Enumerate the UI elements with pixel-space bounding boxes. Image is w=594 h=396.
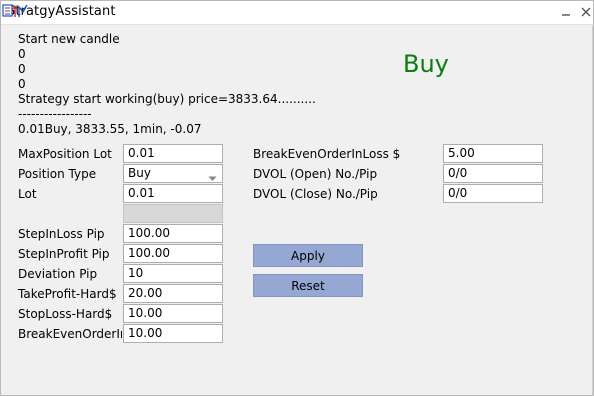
status-line-4: 0 <box>18 77 26 91</box>
deviation-label: Deviation Pip <box>18 267 98 281</box>
position-type-value: Buy <box>128 166 151 180</box>
step-in-loss-label: StepInLoss Pip <box>18 227 105 241</box>
deviation-value: 10 <box>128 266 144 280</box>
break-even-order-in-value: 10.00 <box>128 326 163 340</box>
status-line-3: 0 <box>18 62 26 76</box>
position-type-label: Position Type <box>18 167 97 181</box>
deviation-input[interactable]: 10 <box>123 264 223 283</box>
status-line-2: 0 <box>18 47 26 61</box>
status-line-5: Strategy start working(buy) price=3833.6… <box>18 92 316 106</box>
dvol-close-label: DVOL (Close) No./Pip <box>253 187 378 201</box>
break-even-order-in-loss-label: BreakEvenOrderInLoss $ <box>253 147 401 161</box>
dvol-close-input[interactable]: 0/0 <box>443 184 543 203</box>
break-even-order-in-label: BreakEvenOrderIn <box>18 327 122 341</box>
take-profit-value: 20.00 <box>128 286 163 300</box>
step-in-loss-input[interactable]: 100.00 <box>123 224 223 243</box>
lot-label: Lot <box>18 187 37 201</box>
signal-indicator: Buy <box>403 50 449 78</box>
close-button[interactable] <box>579 5 593 19</box>
status-line-1: Start new candle <box>18 32 120 46</box>
step-in-profit-input[interactable]: 100.00 <box>123 244 223 263</box>
status-divider: ----------------- <box>18 107 92 121</box>
dvol-open-value: 0/0 <box>448 166 468 180</box>
max-position-lot-value: 0.01 <box>128 146 155 160</box>
stop-loss-value: 10.00 <box>128 306 163 320</box>
minimize-icon <box>562 14 570 16</box>
title-bar[interactable]: StratgyAssistant <box>1 1 593 25</box>
lot-value: 0.01 <box>128 186 155 200</box>
take-profit-label: TakeProfit-Hard$ <box>18 287 117 301</box>
break-even-order-in-loss-input[interactable]: 5.00 <box>443 144 543 163</box>
step-in-loss-value: 100.00 <box>128 226 170 240</box>
max-position-lot-label: MaxPosition Lot <box>18 147 112 161</box>
dvol-open-input[interactable]: 0/0 <box>443 164 543 183</box>
main-panel: Start new candle 0 0 0 Strategy start wo… <box>3 26 593 395</box>
app-logo-icon <box>2 3 30 19</box>
step-in-profit-value: 100.00 <box>128 246 170 260</box>
dvol-open-label: DVOL (Open) No./Pip <box>253 167 378 181</box>
stop-loss-input[interactable]: 10.00 <box>123 304 223 323</box>
break-even-order-in-loss-value: 5.00 <box>448 146 475 160</box>
close-icon <box>581 7 591 17</box>
step-in-profit-label: StepInProfit Pip <box>18 247 110 261</box>
position-type-select[interactable]: Buy <box>123 164 223 183</box>
break-even-order-in-input[interactable]: 10.00 <box>123 324 223 343</box>
status-summary: 0.01Buy, 3833.55, 1min, -0.07 <box>18 122 202 136</box>
dvol-close-value: 0/0 <box>448 186 468 200</box>
reset-button[interactable]: Reset <box>253 274 363 297</box>
lot-input[interactable]: 0.01 <box>123 184 223 203</box>
stop-loss-label: StopLoss-Hard$ <box>18 307 113 321</box>
minimize-button[interactable] <box>559 5 573 19</box>
max-position-lot-input[interactable]: 0.01 <box>123 144 223 163</box>
apply-button[interactable]: Apply <box>253 244 363 267</box>
app-window: StratgyAssistant Start new candle 0 0 0 … <box>0 0 594 396</box>
take-profit-input[interactable]: 20.00 <box>123 284 223 303</box>
disabled-input <box>123 204 223 223</box>
